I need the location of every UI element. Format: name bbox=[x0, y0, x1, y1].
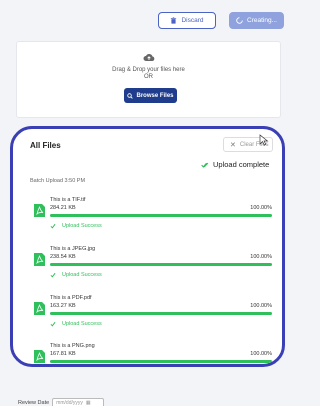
upload-status-label: Upload Success bbox=[62, 272, 102, 278]
review-date-label: Review Date bbox=[18, 400, 50, 406]
upload-status: Upload Success bbox=[50, 321, 102, 327]
check-icon bbox=[50, 223, 56, 229]
file-size: 238.54 KB bbox=[50, 254, 76, 260]
upload-status-label: Upload Success bbox=[62, 321, 102, 327]
file-percent: 100.00% bbox=[250, 351, 272, 357]
pdf-file-icon bbox=[34, 253, 45, 266]
cloud-upload-icon bbox=[143, 54, 155, 61]
file-row: This is a PNG.png 167.81 KB 100.00% bbox=[30, 341, 276, 364]
discard-button[interactable]: Discard bbox=[158, 12, 216, 29]
review-date-row: Review Date mm/dd/yyyy ▦ bbox=[18, 398, 105, 406]
top-bar: Discard Creating... bbox=[0, 0, 295, 38]
progress-fill bbox=[50, 263, 272, 266]
progress-bar bbox=[50, 312, 272, 315]
upload-status-label: Upload Success bbox=[62, 223, 102, 229]
progress-fill bbox=[50, 312, 272, 315]
file-name: This is a PNG.png bbox=[50, 343, 95, 349]
upload-complete-status: Upload complete bbox=[201, 160, 269, 169]
upload-status: Upload Success bbox=[50, 223, 102, 229]
file-size: 167.81 KB bbox=[50, 351, 76, 357]
review-date-input[interactable]: mm/dd/yyyy ▦ bbox=[52, 398, 105, 406]
file-size: 284.21 KB bbox=[50, 205, 76, 211]
double-check-icon bbox=[201, 162, 209, 168]
trash-icon bbox=[171, 17, 177, 24]
progress-fill bbox=[50, 360, 272, 363]
browse-files-button[interactable]: Browse Files bbox=[124, 88, 177, 103]
upload-complete-label: Upload complete bbox=[213, 160, 270, 169]
file-row: This is a PDF.pdf 163.27 KB 100.00% Uplo… bbox=[30, 293, 276, 337]
dropzone-instructions: Drag & Drop your files here bbox=[112, 67, 185, 73]
review-date-placeholder: mm/dd/yyyy bbox=[56, 400, 83, 406]
search-icon bbox=[127, 92, 134, 99]
check-icon bbox=[50, 272, 56, 278]
progress-bar bbox=[50, 360, 272, 363]
file-name: This is a PDF.pdf bbox=[50, 295, 92, 301]
creating-label: Creating... bbox=[247, 17, 277, 24]
progress-bar bbox=[50, 263, 272, 266]
all-files-panel: All Files ✕ Clear Files Upload complete … bbox=[10, 126, 285, 367]
batch-timestamp: Batch Upload 3:50 PM bbox=[30, 178, 86, 184]
progress-bar bbox=[50, 214, 272, 217]
file-row: This is a TIF.tif 284.21 KB 100.00% Uplo… bbox=[30, 195, 276, 239]
file-percent: 100.00% bbox=[250, 254, 272, 260]
pdf-file-icon bbox=[34, 204, 45, 217]
file-size: 163.27 KB bbox=[50, 303, 76, 309]
file-name: This is a JPEG.jpg bbox=[50, 246, 96, 252]
discard-label: Discard bbox=[181, 17, 204, 24]
panel-title: All Files bbox=[30, 141, 61, 150]
file-percent: 100.00% bbox=[250, 205, 272, 211]
check-icon bbox=[50, 321, 56, 327]
close-icon: ✕ bbox=[230, 141, 236, 149]
spinner-icon bbox=[236, 17, 243, 24]
creating-button[interactable]: Creating... bbox=[229, 12, 284, 29]
progress-fill bbox=[50, 214, 272, 217]
file-name: This is a TIF.tif bbox=[50, 197, 86, 203]
pdf-file-icon bbox=[34, 350, 45, 363]
dropzone[interactable]: Drag & Drop your files here OR Browse Fi… bbox=[16, 41, 281, 118]
file-percent: 100.00% bbox=[250, 303, 272, 309]
dropzone-or: OR bbox=[144, 74, 153, 80]
pdf-file-icon bbox=[34, 302, 45, 315]
calendar-icon: ▦ bbox=[85, 400, 91, 406]
mouse-cursor-icon bbox=[259, 134, 269, 146]
upload-status: Upload Success bbox=[50, 272, 102, 278]
browse-files-label: Browse Files bbox=[136, 92, 174, 99]
file-row: This is a JPEG.jpg 238.54 KB 100.00% Upl… bbox=[30, 244, 276, 288]
